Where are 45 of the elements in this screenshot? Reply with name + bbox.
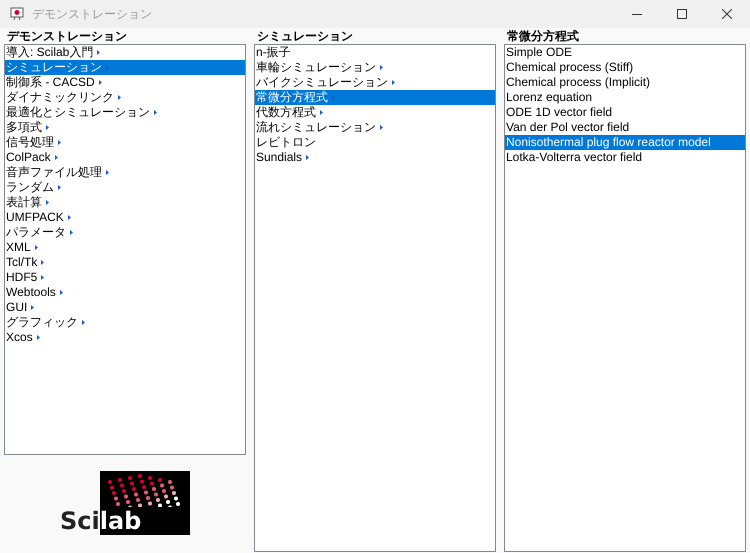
list-item[interactable]: Sundials: [255, 150, 495, 165]
list-item[interactable]: n-振子: [255, 45, 495, 60]
column-heading: 常微分方程式: [506, 29, 580, 44]
app-icon: [10, 7, 24, 21]
column-heading: デモンストレーション: [6, 29, 128, 44]
list-item[interactable]: 多項式: [5, 120, 245, 135]
list-item[interactable]: ColPack: [5, 150, 245, 165]
list-item[interactable]: 表計算: [5, 195, 245, 210]
list-item[interactable]: 代数方程式: [255, 105, 495, 120]
list-item[interactable]: UMFPACK: [5, 210, 245, 225]
column-heading: シミュレーション: [256, 29, 354, 44]
list-item[interactable]: Van der Pol vector field: [505, 120, 745, 135]
list-item[interactable]: Webtools: [5, 285, 245, 300]
list-item[interactable]: Xcos: [5, 330, 245, 345]
list-item[interactable]: XML: [5, 240, 245, 255]
list-item[interactable]: 常微分方程式: [255, 90, 495, 105]
list-item[interactable]: 制御系 - CACSD: [5, 75, 245, 90]
list-item[interactable]: ランダム: [5, 180, 245, 195]
logo-text: Sci: [60, 507, 100, 535]
list-item[interactable]: Nonisothermal plug flow reactor model: [505, 135, 745, 150]
list-item[interactable]: 最適化とシミュレーション: [5, 105, 245, 120]
list-item[interactable]: パラメータ: [5, 225, 245, 240]
list-item[interactable]: 流れシミュレーション: [255, 120, 495, 135]
list-item[interactable]: Lotka-Volterra vector field: [505, 150, 745, 165]
list-item[interactable]: レビトロン: [255, 135, 495, 150]
list-item[interactable]: バイクシミュレーション: [255, 75, 495, 90]
maximize-icon[interactable]: [677, 9, 687, 19]
list-item[interactable]: Chemical process (Implicit): [505, 75, 745, 90]
list-item[interactable]: 信号処理: [5, 135, 245, 150]
window-title: デモンストレーション: [32, 6, 152, 23]
list-item[interactable]: ODE 1D vector field: [505, 105, 745, 120]
list-item[interactable]: HDF5: [5, 270, 245, 285]
list-item[interactable]: GUI: [5, 300, 245, 315]
close-icon[interactable]: [722, 9, 732, 19]
list-item[interactable]: ダイナミックリンク: [5, 90, 245, 105]
list-item[interactable]: 音声ファイル処理: [5, 165, 245, 180]
list-item[interactable]: 車輪シミュレーション: [255, 60, 495, 75]
list-item[interactable]: Simple ODE: [505, 45, 745, 60]
list-item[interactable]: グラフィック: [5, 315, 245, 330]
list-item[interactable]: Tcl/Tk: [5, 255, 245, 270]
list-item[interactable]: シミュレーション: [5, 60, 245, 75]
logo-text: lab: [100, 507, 142, 535]
list-item[interactable]: Chemical process (Stiff): [505, 60, 745, 75]
list-item[interactable]: Lorenz equation: [505, 90, 745, 105]
list-item[interactable]: 導入: Scilab入門: [5, 45, 245, 60]
